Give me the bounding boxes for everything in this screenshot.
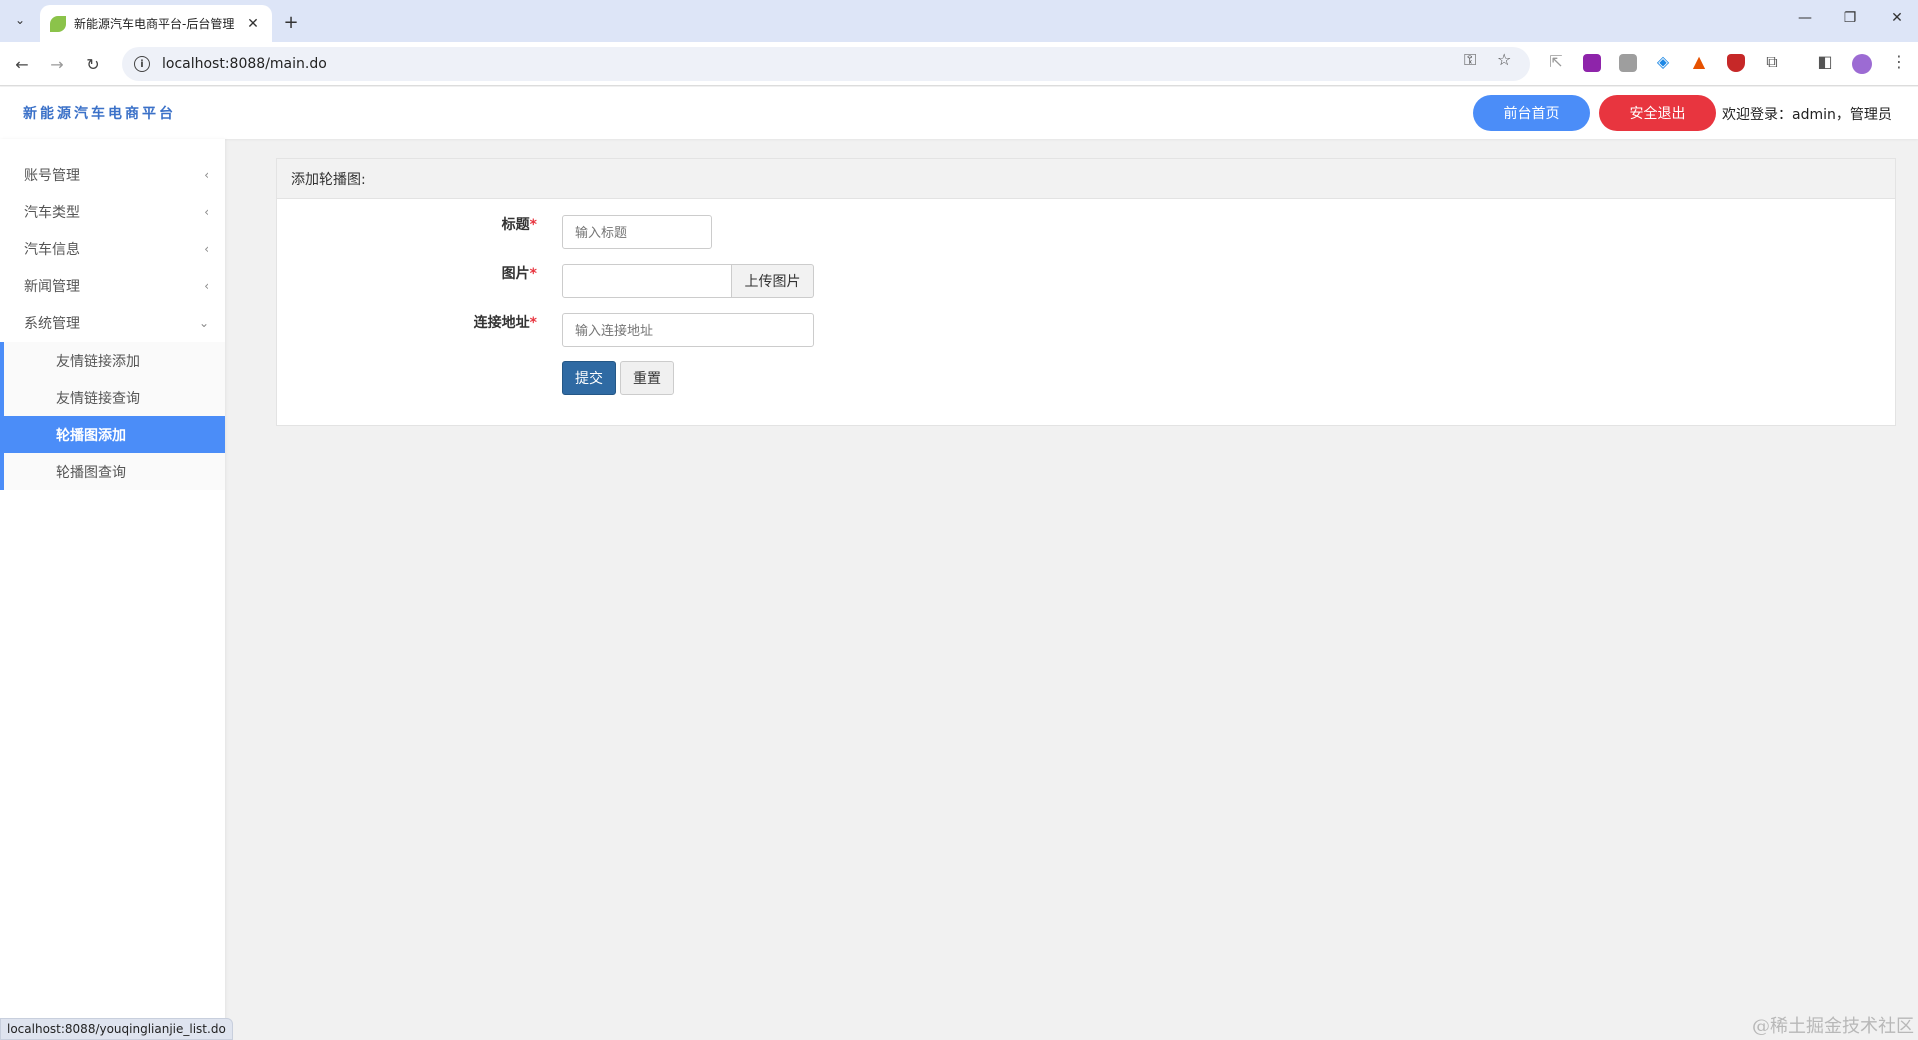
link-url-input[interactable] — [562, 313, 814, 347]
logout-button[interactable]: 安全退出 — [1599, 95, 1716, 131]
panel-heading: 添加轮播图: — [277, 159, 1895, 199]
required-mark: * — [529, 315, 537, 331]
restore-icon[interactable]: ❐ — [1830, 10, 1870, 26]
required-mark: * — [529, 217, 537, 233]
submit-button[interactable]: 提交 — [562, 361, 616, 395]
tab-title: 新能源汽车电商平台-后台管理 — [74, 17, 235, 31]
upload-image-button[interactable]: 上传图片 — [732, 264, 814, 298]
sidebar-item-label: 新闻管理 — [24, 278, 80, 295]
sidebar-subitem-label: 轮播图添加 — [56, 427, 126, 444]
browser-tab[interactable]: 新能源汽车电商平台-后台管理 ✕ — [40, 5, 272, 42]
sidebar-item-car-info[interactable]: 汽车信息 ‹ — [0, 230, 225, 267]
side-panel-icon[interactable]: ◧ — [1815, 52, 1835, 71]
welcome-text: 欢迎登录：admin，管理员 — [1722, 107, 1892, 123]
sidebar-subitem-label: 友情链接查询 — [56, 390, 140, 407]
new-tab-icon[interactable]: + — [278, 9, 304, 35]
browser-toolbar: ← → ↻ i localhost:8088/main.do ⚿ ☆ ⇱ ◈ ▲… — [0, 42, 1918, 86]
title-label-text: 标题 — [501, 217, 530, 233]
image-label: 图片* — [377, 263, 537, 283]
browser-tab-bar: ⌄ 新能源汽车电商平台-后台管理 ✕ + — ❐ ✕ — [0, 0, 1918, 42]
ext-gray-icon[interactable] — [1619, 54, 1637, 72]
sidebar-item-account[interactable]: 账号管理 ‹ — [0, 156, 225, 193]
chevron-down-icon: ⌄ — [198, 315, 209, 330]
sidebar: 账号管理 ‹ 汽车类型 ‹ 汽车信息 ‹ 新闻管理 ‹ 系统管理 ⌄ 友情链接添… — [0, 139, 225, 1040]
forward-icon[interactable]: → — [45, 52, 69, 76]
sidebar-subitem-label: 轮播图查询 — [56, 464, 126, 481]
title-label: 标题* — [377, 214, 537, 234]
watermark-text: @稀土掘金技术社区 — [1752, 1016, 1914, 1037]
ext-orange-icon[interactable]: ▲ — [1689, 52, 1709, 71]
minimize-icon[interactable]: — — [1785, 10, 1825, 26]
ublock-shield-icon[interactable] — [1727, 54, 1745, 72]
sidebar-item-car-type[interactable]: 汽车类型 ‹ — [0, 193, 225, 230]
sidebar-subitem-banner-add[interactable]: 轮播图添加 — [0, 416, 225, 453]
frontend-home-button[interactable]: 前台首页 — [1473, 95, 1590, 131]
ext-layers-icon[interactable]: ◈ — [1653, 52, 1673, 71]
sidebar-item-label: 汽车类型 — [24, 204, 80, 221]
reset-button[interactable]: 重置 — [620, 361, 674, 395]
back-icon[interactable]: ← — [10, 52, 34, 76]
sidebar-item-system[interactable]: 系统管理 ⌄ — [0, 304, 225, 341]
chevron-left-icon: ‹ — [204, 167, 209, 182]
site-info-icon[interactable]: i — [134, 56, 150, 72]
reload-icon[interactable]: ↻ — [81, 52, 105, 76]
address-bar[interactable]: i localhost:8088/main.do — [122, 47, 1530, 81]
image-path-input[interactable] — [562, 264, 732, 298]
sidebar-subitem-friendlink-list[interactable]: 友情链接查询 — [0, 379, 225, 416]
more-menu-icon[interactable]: ⋮ — [1889, 52, 1909, 71]
add-banner-panel: 添加轮播图: 标题* 图片* 上传图片 连接地址* 提交 重置 — [276, 158, 1896, 426]
sidebar-subitem-banner-list[interactable]: 轮播图查询 — [0, 453, 225, 490]
app-header: 新能源汽车电商平台 前台首页 安全退出 欢迎登录：admin，管理员 — [0, 87, 1918, 139]
image-label-text: 图片 — [501, 266, 530, 282]
sidebar-subitem-label: 友情链接添加 — [56, 353, 140, 370]
status-bar-url: localhost:8088/youqinglianjie_list.do — [0, 1018, 233, 1040]
tab-close-icon[interactable]: ✕ — [244, 16, 262, 32]
link-label-text: 连接地址 — [473, 315, 530, 331]
cursor-extension-icon[interactable]: ⇱ — [1546, 52, 1566, 71]
chevron-left-icon: ‹ — [204, 278, 209, 293]
bookmark-star-icon[interactable]: ☆ — [1497, 50, 1511, 69]
ext-purple-icon[interactable] — [1583, 54, 1601, 72]
extensions-puzzle-icon[interactable]: ⧉ — [1762, 52, 1782, 72]
chevron-left-icon: ‹ — [204, 241, 209, 256]
sidebar-subitem-friendlink-add[interactable]: 友情链接添加 — [0, 342, 225, 379]
window-close-icon[interactable]: ✕ — [1877, 10, 1917, 26]
required-mark: * — [529, 266, 537, 282]
profile-avatar[interactable] — [1852, 54, 1872, 74]
sidebar-item-label: 汽车信息 — [24, 241, 80, 258]
leaf-favicon-icon — [50, 15, 66, 32]
title-input[interactable] — [562, 215, 712, 249]
link-label: 连接地址* — [377, 312, 537, 332]
brand-title: 新能源汽车电商平台 — [23, 106, 176, 122]
chevron-left-icon: ‹ — [204, 204, 209, 219]
sidebar-item-label: 系统管理 — [24, 315, 80, 332]
sidebar-item-news[interactable]: 新闻管理 ‹ — [0, 267, 225, 304]
key-icon[interactable]: ⚿ — [1464, 50, 1476, 70]
sidebar-item-label: 账号管理 — [24, 167, 80, 184]
address-url: localhost:8088/main.do — [162, 56, 327, 72]
tab-search-icon[interactable]: ⌄ — [8, 8, 32, 32]
